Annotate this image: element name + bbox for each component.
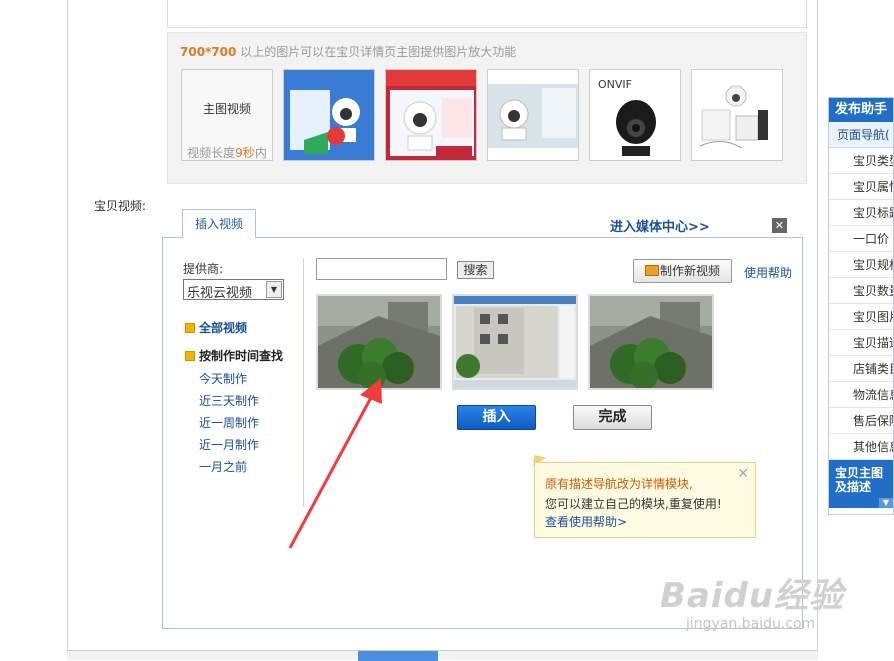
- annotation-arrow: [288, 378, 382, 549]
- arrow-shaft: [288, 391, 376, 549]
- tab-insert-video[interactable]: 插入视频: [182, 209, 256, 238]
